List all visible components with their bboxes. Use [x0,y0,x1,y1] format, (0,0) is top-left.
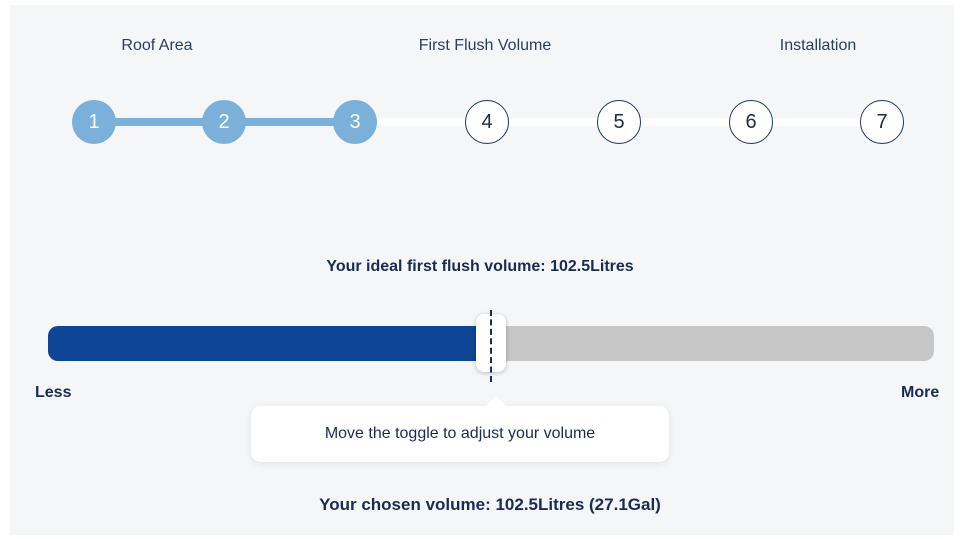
step-5[interactable]: 5 [597,100,641,144]
slider-tooltip: Move the toggle to adjust your volume [251,396,669,462]
step-7[interactable]: 7 [860,100,904,144]
tooltip-arrow [485,396,507,407]
step-6[interactable]: 6 [729,100,773,144]
step-label-first-flush-volume: First Flush Volume [418,37,552,54]
step-3[interactable]: 3 [333,100,377,144]
slider-max-label: More [901,384,940,401]
ideal-volume-text: Your ideal first flush volume: 102.5Litr… [326,258,634,275]
slider-min-label: Less [35,384,72,401]
volume-slider-thumb[interactable] [476,310,506,382]
step-1[interactable]: 1 [72,100,116,144]
step-2[interactable]: 2 [202,100,246,144]
ideal-marker-line [490,310,492,382]
step-label-roof-area: Roof Area [121,37,193,54]
chosen-volume-text: Your chosen volume: 102.5Litres (27.1Gal… [319,495,661,514]
tooltip-text: Move the toggle to adjust your volume [324,425,596,442]
step-4[interactable]: 4 [465,100,509,144]
step-label-installation: Installation [779,37,857,54]
volume-slider-fill [48,326,491,361]
